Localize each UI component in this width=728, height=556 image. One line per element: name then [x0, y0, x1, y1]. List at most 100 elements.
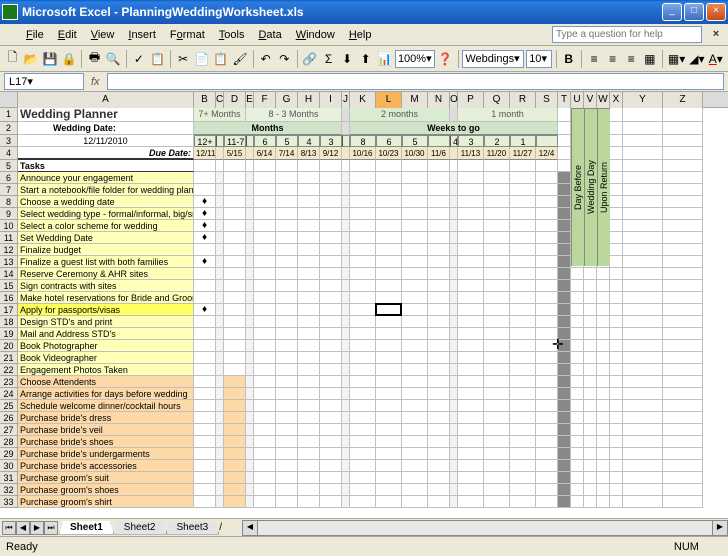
cell-R4[interactable]: 11/27 — [510, 147, 536, 160]
cell-F21[interactable] — [254, 352, 276, 364]
cell-R8[interactable] — [510, 196, 536, 208]
cell-E32[interactable] — [246, 484, 254, 496]
cell-C15[interactable] — [216, 280, 224, 292]
cell-L20[interactable] — [376, 340, 402, 352]
cell-E23[interactable] — [246, 376, 254, 388]
row-header-17[interactable]: 17 — [0, 304, 17, 316]
col-header-Z[interactable]: Z — [663, 92, 703, 108]
font-select[interactable]: Webdings ▾ — [462, 50, 524, 68]
cell-T18[interactable] — [558, 316, 571, 328]
cell-B25[interactable] — [194, 400, 216, 412]
cell-D5[interactable] — [224, 160, 246, 172]
cell-K5[interactable] — [350, 160, 376, 172]
cell-N19[interactable] — [428, 328, 450, 340]
cell-O11[interactable] — [450, 232, 458, 244]
cell-U14[interactable] — [571, 268, 584, 280]
cell-V15[interactable] — [584, 280, 597, 292]
cell-Z6[interactable] — [663, 172, 703, 184]
cell-R9[interactable] — [510, 208, 536, 220]
cell-I30[interactable] — [320, 460, 342, 472]
cell-B24[interactable] — [194, 388, 216, 400]
cell-E19[interactable] — [246, 328, 254, 340]
cell-B26[interactable] — [194, 412, 216, 424]
cell-V25[interactable] — [584, 400, 597, 412]
cell-N10[interactable] — [428, 220, 450, 232]
cell-O9[interactable] — [450, 208, 458, 220]
cell-E16[interactable] — [246, 292, 254, 304]
row-header-33[interactable]: 33 — [0, 496, 17, 508]
cell-H9[interactable] — [298, 208, 320, 220]
cell-F7[interactable] — [254, 184, 276, 196]
cell-N24[interactable] — [428, 388, 450, 400]
cell-A4[interactable]: Due Date: — [18, 147, 194, 160]
cell-F20[interactable] — [254, 340, 276, 352]
cell-U25[interactable] — [571, 400, 584, 412]
cell-T32[interactable] — [558, 484, 571, 496]
cell-A11[interactable]: Set Wedding Date — [18, 232, 194, 244]
cell-H16[interactable] — [298, 292, 320, 304]
cell-I26[interactable] — [320, 412, 342, 424]
cell-E30[interactable] — [246, 460, 254, 472]
cell-W33[interactable] — [597, 496, 610, 508]
sort-desc-icon[interactable]: ⬆ — [357, 49, 374, 69]
cell-F12[interactable] — [254, 244, 276, 256]
cell-S14[interactable] — [536, 268, 558, 280]
cell-K7[interactable] — [350, 184, 376, 196]
cell-Q7[interactable] — [484, 184, 510, 196]
cell-R18[interactable] — [510, 316, 536, 328]
cell-Z26[interactable] — [663, 412, 703, 424]
cell-D27[interactable] — [224, 424, 246, 436]
col-header-C[interactable]: C — [216, 92, 224, 108]
cell-K23[interactable] — [350, 376, 376, 388]
cell-E10[interactable] — [246, 220, 254, 232]
cell-K6[interactable] — [350, 172, 376, 184]
cell-J19[interactable] — [342, 328, 350, 340]
cell-F3[interactable]: 6 — [254, 135, 276, 147]
cell-X14[interactable] — [610, 268, 623, 280]
row-header-18[interactable]: 18 — [0, 316, 17, 328]
cell-E15[interactable] — [246, 280, 254, 292]
cell-L22[interactable] — [376, 364, 402, 376]
cell-P20[interactable] — [458, 340, 484, 352]
cell-R32[interactable] — [510, 484, 536, 496]
cell-A12[interactable]: Finalize budget — [18, 244, 194, 256]
cell-D13[interactable] — [224, 256, 246, 268]
col-header-Q[interactable]: Q — [484, 92, 510, 108]
cell-O22[interactable] — [450, 364, 458, 376]
cell-O33[interactable] — [450, 496, 458, 508]
cell-Y1[interactable] — [623, 108, 663, 122]
cell-N16[interactable] — [428, 292, 450, 304]
tab-last-button[interactable]: ⏭ — [44, 521, 58, 535]
cell-O29[interactable] — [450, 448, 458, 460]
cell-U23[interactable] — [571, 376, 584, 388]
cell-R6[interactable] — [510, 172, 536, 184]
cell-A13[interactable]: Finalize a guest list with both families — [18, 256, 194, 268]
cell-D17[interactable] — [224, 304, 246, 316]
cell-P14[interactable] — [458, 268, 484, 280]
row-header-11[interactable]: 11 — [0, 232, 17, 244]
cell-Q21[interactable] — [484, 352, 510, 364]
cell-G15[interactable] — [276, 280, 298, 292]
cell-I24[interactable] — [320, 388, 342, 400]
cell-L8[interactable] — [376, 196, 402, 208]
cell-P6[interactable] — [458, 172, 484, 184]
cell-H26[interactable] — [298, 412, 320, 424]
cell-M22[interactable] — [402, 364, 428, 376]
undo-icon[interactable]: ↶ — [257, 49, 274, 69]
cell-D20[interactable] — [224, 340, 246, 352]
col-header-S[interactable]: S — [536, 92, 558, 108]
cell-D3[interactable]: 11-7 — [224, 135, 246, 147]
cell-B30[interactable] — [194, 460, 216, 472]
cell-Z9[interactable] — [663, 208, 703, 220]
cell-P30[interactable] — [458, 460, 484, 472]
cell-S24[interactable] — [536, 388, 558, 400]
cell-K17[interactable] — [350, 304, 376, 316]
cell-P12[interactable] — [458, 244, 484, 256]
cell-P11[interactable] — [458, 232, 484, 244]
cell-V21[interactable] — [584, 352, 597, 364]
cell-S15[interactable] — [536, 280, 558, 292]
cell-S6[interactable] — [536, 172, 558, 184]
cell-E29[interactable] — [246, 448, 254, 460]
cell-I22[interactable] — [320, 364, 342, 376]
cell-E24[interactable] — [246, 388, 254, 400]
